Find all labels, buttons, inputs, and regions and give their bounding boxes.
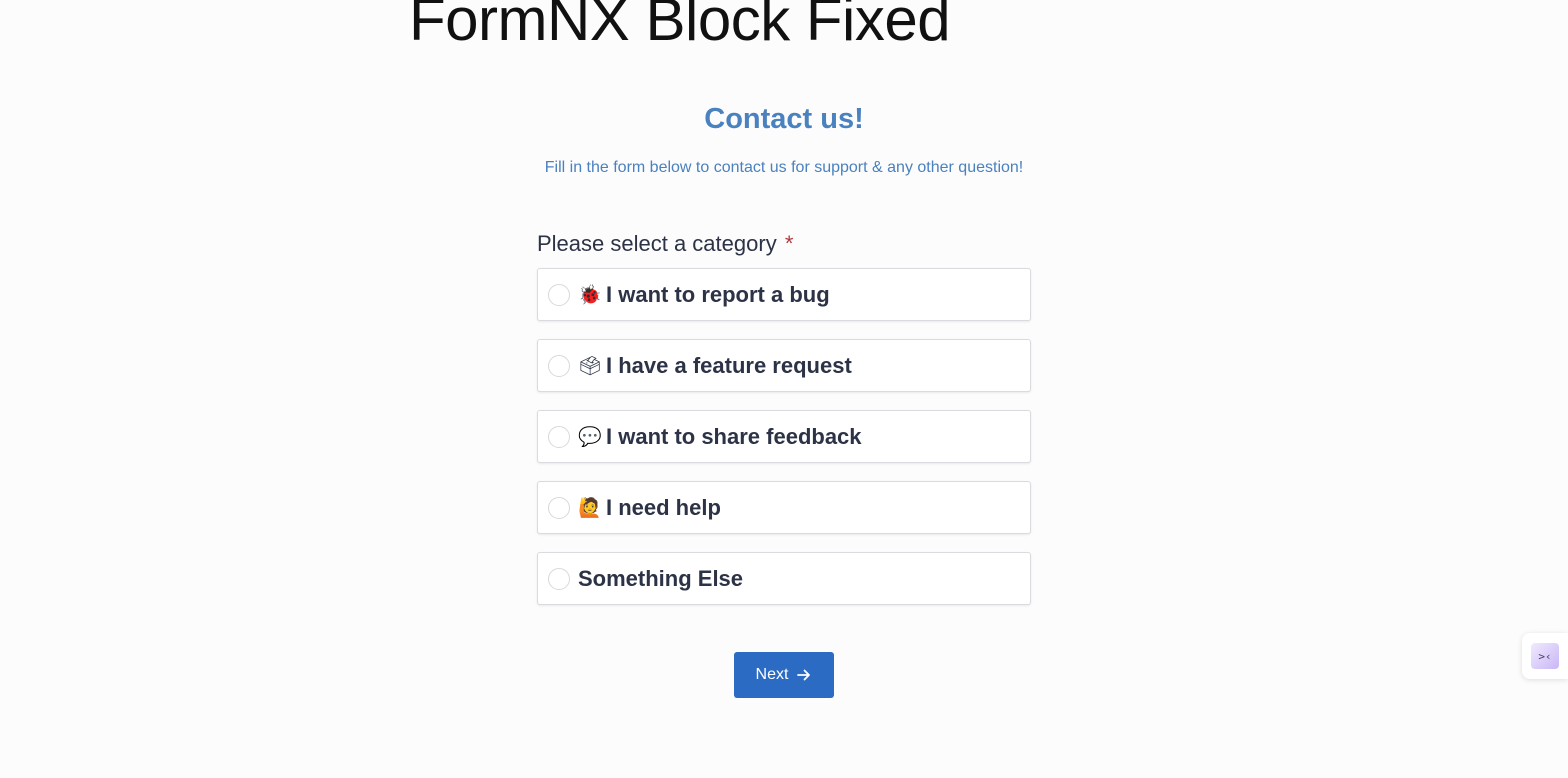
category-options: 🐞 I want to report a bug 🗳 I have a feat… [537, 268, 1031, 623]
ballot-box-icon: 🗳 [578, 355, 603, 377]
option-share-feedback[interactable]: 💬 I want to share feedback [537, 410, 1031, 463]
chat-widget[interactable]: >‹ [1522, 633, 1568, 679]
radio-button[interactable] [548, 496, 570, 519]
question-label-text: Please select a category [537, 231, 777, 256]
page-heading: FormNX Block Fixed [409, 0, 951, 53]
option-label: I want to report a bug [606, 281, 830, 307]
required-mark: * [784, 231, 794, 256]
form-title: Contact us! [704, 103, 864, 135]
form-subtitle: Fill in the form below to contact us for… [544, 159, 1024, 176]
ladybug-icon: 🐞 [578, 284, 602, 306]
chat-widget-icon: >‹ [1531, 643, 1559, 669]
page: FormNX Block Fixed Contact us! Fill in t… [0, 0, 1568, 778]
radio-button[interactable] [548, 354, 570, 377]
option-label: I need help [606, 494, 721, 520]
radio-button[interactable] [548, 283, 570, 306]
next-button[interactable]: Next [734, 652, 834, 698]
speech-bubble-icon: 💬 [578, 426, 602, 448]
radio-button[interactable] [548, 567, 570, 590]
question-label: Please select a category * [537, 229, 793, 259]
option-need-help[interactable]: 🙋 I need help [537, 481, 1031, 534]
option-feature-request[interactable]: 🗳 I have a feature request [537, 339, 1031, 392]
radio-button[interactable] [548, 425, 570, 448]
option-something-else[interactable]: Something Else [537, 552, 1031, 605]
option-label: I want to share feedback [606, 423, 862, 449]
arrow-right-icon [797, 669, 811, 681]
option-report-bug[interactable]: 🐞 I want to report a bug [537, 268, 1031, 321]
next-button-label: Next [755, 666, 789, 683]
raising-hand-icon: 🙋 [578, 497, 602, 519]
option-label: Something Else [578, 565, 744, 591]
option-label: I have a feature request [606, 352, 852, 378]
